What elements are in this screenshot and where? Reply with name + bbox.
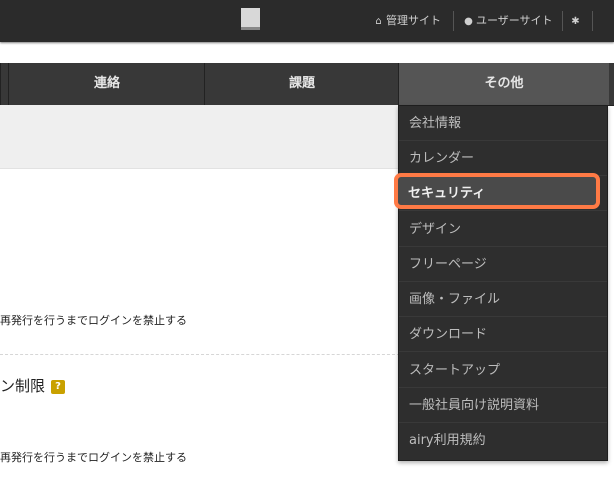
menu-item-terms[interactable]: airy利用規約 bbox=[399, 423, 607, 458]
user-site-link[interactable]: ● ユーザーサイト bbox=[463, 13, 553, 29]
menu-item-design[interactable]: デザイン bbox=[399, 212, 607, 247]
divider bbox=[592, 11, 593, 31]
menu-item-employee-guide[interactable]: 一般社員向け説明資料 bbox=[399, 388, 607, 423]
admin-site-label: 管理サイト bbox=[386, 14, 441, 27]
user-site-label: ユーザーサイト bbox=[476, 14, 553, 27]
home-icon: ⌂ bbox=[375, 16, 382, 27]
menu-item-free-page[interactable]: フリーページ bbox=[399, 247, 607, 282]
tab-tasks[interactable]: 課題 bbox=[204, 63, 399, 105]
section-header-band bbox=[0, 105, 400, 169]
menu-item-images-files[interactable]: 画像・ファイル bbox=[399, 282, 607, 317]
other-dropdown-menu: 会社情報 カレンダー デザイン フリーページ 画像・ファイル ダウンロード スタ… bbox=[398, 105, 608, 461]
section-divider bbox=[0, 354, 400, 355]
lockout-description: 再発行を行うまでログインを禁止する bbox=[0, 314, 187, 327]
menu-item-company-info[interactable]: 会社情報 bbox=[399, 106, 607, 141]
lockout-description-2: 再発行を行うまでログインを禁止する bbox=[0, 451, 187, 464]
menu-item-security-label: セキュリティ bbox=[408, 186, 486, 201]
menu-item-download[interactable]: ダウンロード bbox=[399, 317, 607, 352]
admin-site-link[interactable]: ⌂ 管理サイト bbox=[373, 13, 441, 29]
user-icon: ● bbox=[464, 16, 473, 27]
section-heading-label: ン制限 bbox=[0, 377, 46, 395]
main-nav-tabs: 連絡 課題 その他 bbox=[0, 63, 614, 106]
app-logo-icon[interactable] bbox=[241, 8, 260, 30]
help-icon[interactable]: ? bbox=[51, 380, 66, 394]
settings-button[interactable]: ✱ bbox=[570, 13, 583, 29]
top-navbar: ⌂ 管理サイト ● ユーザーサイト ✱ bbox=[0, 0, 614, 42]
divider bbox=[453, 11, 454, 31]
tab-other[interactable]: その他 bbox=[398, 63, 609, 105]
section-heading: ン制限? bbox=[0, 375, 66, 396]
divider bbox=[562, 11, 563, 31]
gear-icon: ✱ bbox=[571, 16, 580, 27]
tab-messages[interactable]: 連絡 bbox=[8, 63, 205, 105]
menu-item-startup[interactable]: スタートアップ bbox=[399, 353, 607, 388]
menu-item-calendar[interactable]: カレンダー bbox=[399, 141, 607, 176]
